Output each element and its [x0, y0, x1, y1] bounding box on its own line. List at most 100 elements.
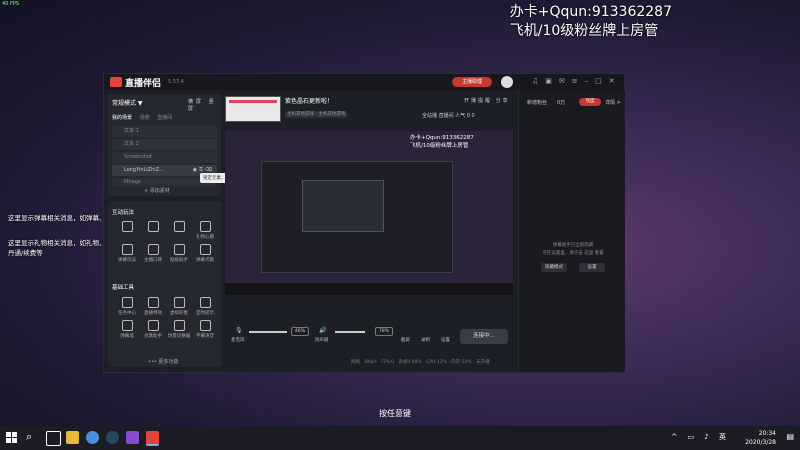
new-fans-count: 0万	[557, 100, 566, 106]
task-icon	[121, 297, 133, 308]
clock[interactable]: 20:34 2020/3/28	[745, 429, 776, 447]
preview-captured-window	[261, 161, 453, 273]
tool-subtitle[interactable]: 字幕语音	[192, 320, 218, 339]
overlay-line-2: 飞机/10级粉丝牌上房管	[509, 23, 659, 39]
speaker-volume-slider[interactable]	[335, 331, 365, 333]
headset-icon[interactable]: ♫	[532, 77, 545, 85]
game-app-icon[interactable]	[126, 431, 139, 444]
music-note-icon	[147, 320, 159, 331]
interact-tools: 礼物心愿 弹幕玩法 主播口碑 贴纸助手 弹幕点歌	[114, 221, 218, 263]
record-button[interactable]: 录制	[421, 337, 430, 343]
tool-scene-switch[interactable]: 场景切换器	[166, 320, 192, 339]
source-item[interactable]: Screenshot	[112, 152, 217, 163]
tool-effects[interactable]: 直播特效	[140, 297, 166, 316]
tool-song-helper[interactable]: 点歌助手	[140, 320, 166, 339]
mic-icon[interactable]: 🎙	[235, 327, 243, 334]
mic-volume-value[interactable]: 46%	[291, 327, 310, 336]
search-icon[interactable]: ⌕	[26, 430, 32, 444]
tool-avatar[interactable]: 虚拟形象	[166, 297, 192, 316]
stream-preview[interactable]: 办卡+Qqun:913362287 飞机/10级粉丝牌上房管	[225, 131, 513, 295]
app-logo-icon	[110, 77, 122, 87]
download-icon	[121, 244, 133, 255]
tab-room[interactable]: 直播间	[157, 115, 172, 121]
screenshot-button[interactable]: 截屏	[401, 337, 410, 343]
assistant-button[interactable]: 主播助理	[452, 77, 492, 87]
sticker-icon	[173, 244, 185, 255]
tab-scene[interactable]: 场景	[140, 115, 150, 121]
shirt-icon[interactable]: ▣	[545, 77, 559, 85]
top-actions[interactable]: 开播提醒 分享	[464, 97, 510, 104]
fps-counter: 40 FPS	[2, 1, 20, 7]
tool-danmu-wall[interactable]: 弹幕墙	[114, 320, 140, 339]
tool-item[interactable]	[166, 221, 192, 240]
mic-volume-slider[interactable]	[249, 331, 287, 333]
tab-my-scene[interactable]: 我的场景	[112, 115, 132, 121]
notification-icon[interactable]: ▤	[786, 432, 794, 441]
details-link[interactable]: 详情 >	[605, 99, 621, 106]
preview-overlay-text: 办卡+Qqun:913362287 飞机/10级粉丝牌上房管	[410, 135, 474, 149]
windows-start-icon[interactable]	[6, 432, 18, 444]
tool-timer[interactable]: 定时提示	[192, 297, 218, 316]
hidden-mode-button[interactable]: 隐藏模式	[541, 263, 567, 272]
heat-button[interactable]: 热度	[579, 98, 601, 106]
right-panel: 新增粉丝 0万 热度 详情 > 弹幕助手已全部隐藏 可在设置里，请点击 这里 重置…	[518, 90, 625, 372]
timer-icon	[199, 297, 211, 308]
window-controls[interactable]: ♫▣✉≡–□✕	[532, 77, 622, 85]
menu-icon[interactable]: ≡	[572, 77, 585, 85]
source-tabs: 我的场景 场景 直播间	[112, 114, 172, 121]
start-live-button[interactable]: 连接中...	[460, 329, 508, 344]
live-companion-taskbar-icon[interactable]	[146, 431, 159, 446]
avatar[interactable]	[501, 76, 513, 88]
status-bar: 网络 0Kb/s FPS:0 丢帧0.00% CPU:13% 内存:33% 未开…	[351, 360, 490, 365]
room-category: 主机其他游戏 - 主机其他游戏	[284, 111, 351, 118]
overlay-line-1: 办卡+Qqun:913362287	[509, 4, 672, 20]
more-features-button[interactable]: ••• 更多功能	[148, 358, 178, 365]
steam-icon[interactable]	[106, 431, 119, 444]
right-settings-button[interactable]: 设置	[579, 263, 605, 272]
chrome-icon[interactable]	[86, 431, 99, 444]
tool-item[interactable]	[140, 221, 166, 240]
title-bar: 直播伴侣 5.57.4 主播助理 ♫▣✉≡–□✕	[104, 74, 624, 90]
tool-danmu-play[interactable]: 弹幕玩法	[114, 244, 140, 263]
room-thumbnail[interactable]	[225, 96, 281, 122]
task-view-icon[interactable]	[46, 431, 61, 446]
tool-reputation[interactable]: 主播口碑	[140, 244, 166, 263]
minimize-icon[interactable]: –	[585, 77, 596, 85]
orientation-toggle[interactable]: 横屏 竖屏	[188, 98, 221, 112]
tool-song-request[interactable]: 弹幕点歌	[192, 244, 218, 263]
shield-icon	[147, 244, 159, 255]
settings-button[interactable]: 设置	[441, 337, 450, 343]
wall-icon	[121, 320, 133, 331]
speaker-label: 扬声器	[315, 338, 329, 343]
app-window: 直播伴侣 5.57.4 主播助理 ♫▣✉≡–□✕ 常规模式 ▼ 横屏 竖屏 我的…	[103, 73, 625, 373]
room-title[interactable]: 紫色晶石更新啦！	[285, 96, 333, 105]
mode-dropdown[interactable]: 常规模式 ▼	[112, 98, 143, 107]
tool-item[interactable]	[114, 221, 140, 240]
speaker-volume-value[interactable]: 78%	[375, 327, 394, 336]
speaker-icon[interactable]: 🔊	[319, 327, 326, 334]
tool-task-center[interactable]: 任务中心	[114, 297, 140, 316]
source-item[interactable]: 文本 1	[112, 126, 217, 137]
source-label: LongYinLiZhiZ...	[124, 167, 164, 173]
thumbnail-header	[229, 100, 277, 103]
app-version: 5.57.4	[168, 79, 184, 85]
danmu-hidden-notice: 弹幕助手已全部隐藏 可在设置里，请点击 这里 重置	[542, 243, 604, 256]
source-item[interactable]: 文本 2	[112, 139, 217, 150]
tool-icon	[173, 221, 185, 232]
preview-nested-window	[302, 180, 384, 232]
mail-icon[interactable]: ✉	[559, 77, 572, 85]
file-explorer-icon[interactable]	[66, 431, 79, 444]
category-tag[interactable]: 主机其他游戏 - 主机其他游戏	[284, 111, 349, 118]
tool-gift-wish[interactable]: 礼物心愿	[192, 221, 218, 240]
close-icon[interactable]: ✕	[609, 77, 622, 85]
tool-sticker[interactable]: 贴纸助手	[166, 244, 192, 263]
mic-label: 麦克风	[231, 338, 245, 343]
press-any-key-caption: 按任意键	[379, 409, 411, 418]
maximize-icon[interactable]: □	[595, 77, 609, 85]
system-tray[interactable]: ^ ▭ ♪ 英	[671, 432, 730, 442]
taskbar: ⌕ ^ ▭ ♪ 英 20:34 2020/3/28 ▤	[0, 426, 800, 450]
add-source-button[interactable]: + 添加素材	[144, 187, 170, 194]
tool-icon	[121, 221, 133, 232]
gift-icon	[199, 221, 211, 232]
tools-panel: 互动玩法 礼物心愿 弹幕玩法 主播口碑 贴纸助手 弹幕点歌 基础工具 任务中心 …	[108, 201, 221, 367]
